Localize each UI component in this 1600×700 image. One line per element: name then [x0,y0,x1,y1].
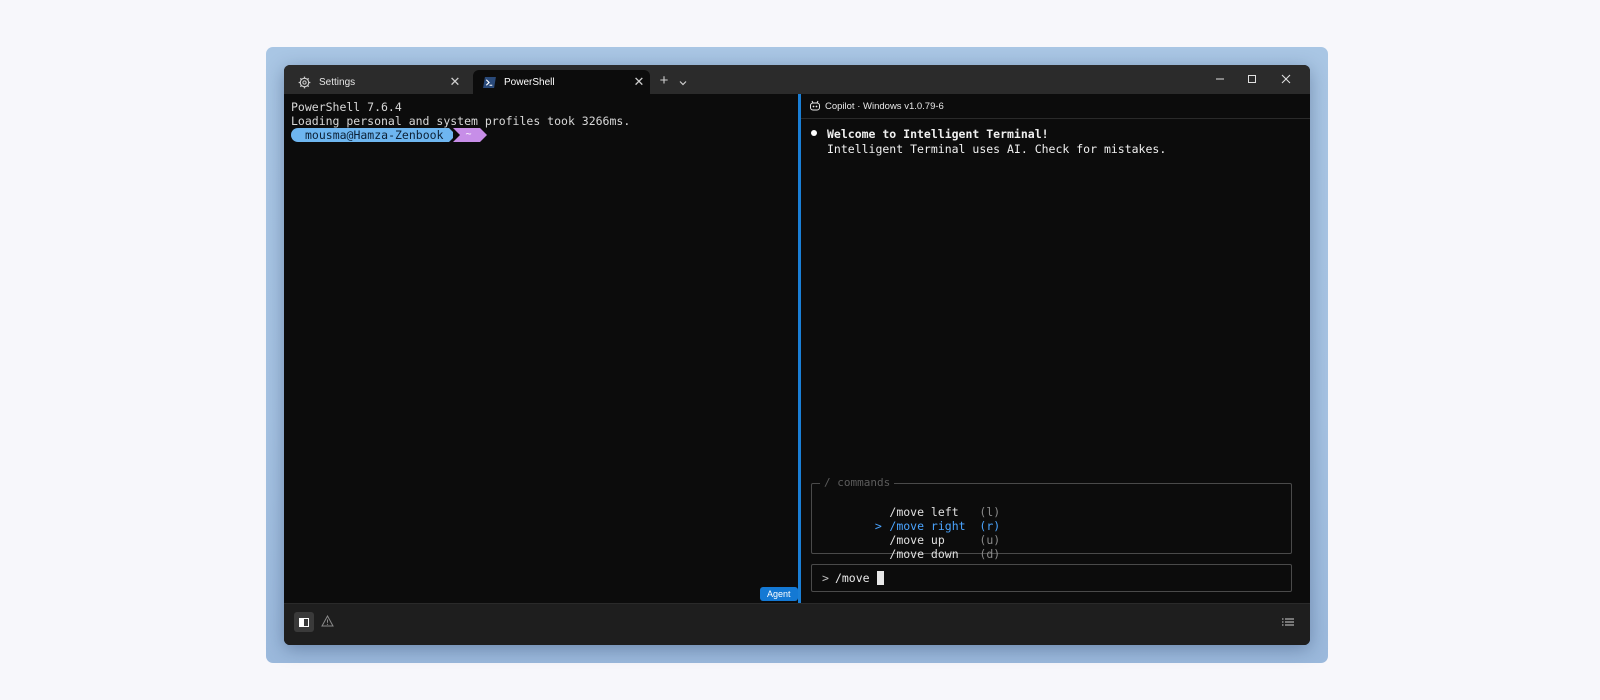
tab-settings-label: Settings [319,76,356,88]
prompt-user-host: mousma@Hamza-Zenbook [291,128,457,142]
close-window-icon[interactable] [1276,71,1296,87]
minimize-icon[interactable] [1210,71,1230,87]
shell-prompt: mousma@Hamza-Zenbook ~ [291,128,487,142]
terminal-line: Loading personal and system profiles too… [291,114,631,128]
command-item-move-up[interactable]: /move up (u) [812,519,1000,547]
copilot-header: Copilot · Windows v1.0.79-6 [801,94,1310,119]
close-tab-icon[interactable]: ✕ [444,74,466,90]
command-item-move-right[interactable]: >/move right (r) [812,505,1000,533]
text-cursor [876,571,884,585]
list-icon[interactable] [1282,615,1296,627]
copilot-header-title: Copilot · Windows v1.0.79-6 [825,100,944,112]
input-prompt-glyph: > [822,571,829,585]
gear-icon [297,75,311,89]
tab-powershell[interactable]: PowerShell ✕ [473,70,650,94]
warning-icon[interactable] [321,614,335,628]
toggle-pane-icon[interactable] [294,612,314,632]
commands-menu: / commands /move left (l) >/move right (r)… [811,476,1292,561]
input-value: /move [834,571,870,585]
title-bar: Settings ✕ PowerShell ✕ + [284,65,1310,94]
terminal-pane[interactable]: PowerShell 7.6.4 Loading personal and sy… [284,94,798,603]
close-tab-icon[interactable]: ✕ [628,74,650,90]
commands-title: / commands [820,476,895,489]
tab-settings[interactable]: Settings ✕ [288,70,466,94]
prompt-directory: ~ [453,128,487,142]
command-item-move-left[interactable]: /move left (l) [812,491,1000,519]
terminal-line: PowerShell 7.6.4 [291,100,402,114]
chevron-down-icon[interactable] [678,75,690,87]
copilot-icon [809,100,821,112]
welcome-message: Welcome to Intelligent Terminal! Intelli… [811,127,1166,156]
copilot-pane: Copilot · Windows v1.0.79-6 Welcome to I… [801,94,1310,603]
copilot-input[interactable]: > /move [811,564,1292,592]
new-tab-button[interactable]: + [656,73,672,89]
welcome-title: Welcome to Intelligent Terminal! [827,127,1049,141]
powershell-icon [482,75,496,89]
status-bar [284,603,1310,645]
command-label: /move down [889,547,959,561]
tab-powershell-label: PowerShell [504,76,555,88]
command-shortcut: (d) [979,547,1001,561]
terminal-window: Settings ✕ PowerShell ✕ + PowerShell 7.6… [284,65,1310,645]
agent-badge[interactable]: Agent [760,587,798,601]
maximize-icon[interactable] [1242,71,1262,87]
welcome-subtitle: Intelligent Terminal uses AI. Check for … [827,141,1167,156]
bullet-icon [811,130,817,136]
command-item-move-down[interactable]: /move down (d) [812,533,1000,561]
